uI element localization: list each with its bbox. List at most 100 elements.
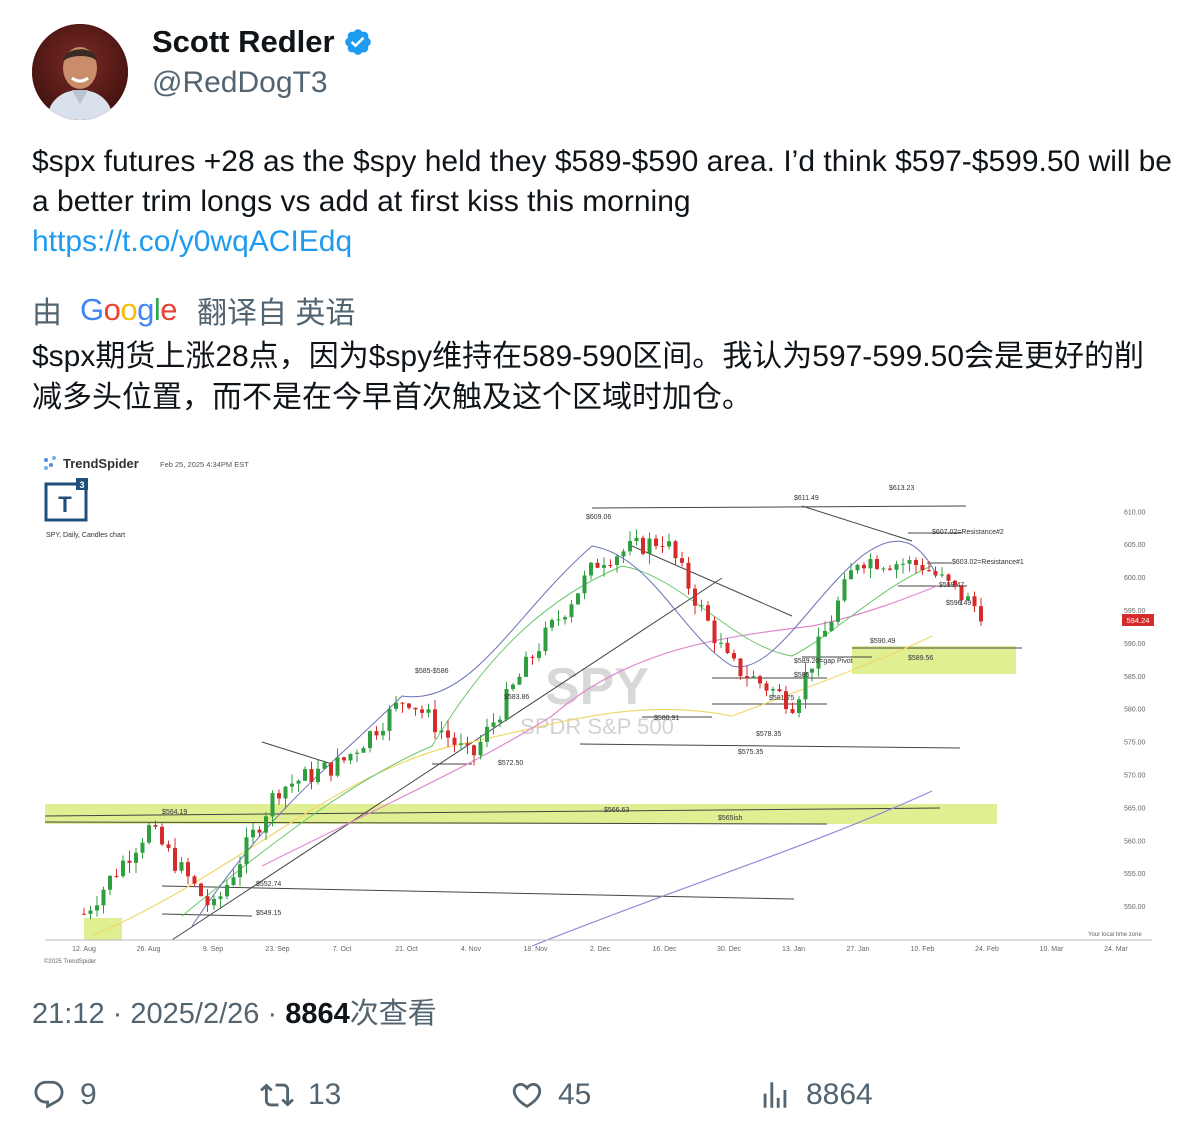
y-tick-label: 600.00	[1124, 575, 1146, 582]
y-tick-label: 575.00	[1124, 740, 1146, 747]
separator: ·	[267, 998, 278, 1030]
author-name[interactable]: Scott Redler	[152, 24, 335, 60]
candle-body	[511, 684, 515, 689]
candle-body	[972, 596, 977, 607]
candle-body	[537, 651, 541, 658]
avatar[interactable]	[32, 24, 128, 120]
x-tick-label: 10. Feb	[911, 946, 935, 953]
annotation-label: $583.86	[504, 694, 529, 701]
candle-body	[134, 852, 138, 863]
candle-body	[218, 896, 223, 899]
candle-body	[810, 668, 814, 673]
verified-badge-icon[interactable]	[343, 27, 373, 57]
annotation-label: $575.35	[738, 749, 763, 756]
x-tick-label: 24. Mar	[1104, 946, 1128, 953]
candle-body	[439, 730, 444, 733]
annotation-label: $580.91	[654, 715, 679, 722]
annotation-label: $564.19	[162, 809, 187, 816]
candle-body	[368, 731, 372, 749]
candle-body	[797, 699, 801, 713]
spy-candlestick-chart: TrendSpider Feb 25, 2025 4:34PM EST 3 T …	[32, 446, 1190, 972]
candle-body	[413, 707, 418, 710]
candle-body	[147, 825, 151, 843]
candle-body	[933, 570, 938, 576]
avatar-photo	[32, 24, 128, 120]
brand-name: TrendSpider	[63, 456, 139, 471]
candle-body	[225, 885, 229, 897]
retweet-button[interactable]: 13	[260, 1078, 341, 1112]
like-count: 45	[558, 1078, 592, 1111]
candle-body	[680, 558, 684, 563]
candle-body	[764, 683, 769, 691]
candle-body	[257, 829, 262, 833]
candle-body	[875, 558, 879, 569]
google-logo[interactable]: Google	[80, 292, 178, 328]
support-zone-549	[84, 918, 122, 940]
t3-logo-icon: 3 T	[44, 478, 88, 522]
candle-body	[946, 574, 951, 581]
x-tick-label: 23. Sep	[265, 946, 289, 953]
candle-body	[667, 541, 671, 547]
candle-body	[381, 730, 385, 736]
candle-body	[283, 786, 288, 799]
x-tick-label: 26. Aug	[137, 946, 161, 953]
candle-body	[634, 537, 639, 542]
candle-body	[420, 709, 424, 713]
annotation-label: $611.49	[794, 495, 819, 502]
candle-body	[387, 708, 392, 731]
x-tick-label: 16. Dec	[652, 946, 677, 953]
candle-body	[153, 825, 158, 827]
candle-body	[251, 829, 255, 838]
retweet-count: 13	[308, 1078, 342, 1111]
google-letter: o	[120, 292, 138, 327]
x-tick-label: 9. Sep	[203, 946, 223, 953]
candle-body	[582, 575, 587, 594]
candle-body	[264, 816, 268, 833]
chart-image[interactable]: TrendSpider Feb 25, 2025 4:34PM EST 3 T …	[32, 446, 1190, 972]
candle-body	[205, 896, 210, 906]
candle-body	[569, 604, 574, 618]
candle-body	[212, 898, 216, 906]
candle-body	[920, 565, 925, 571]
annotation-label: $589.56	[908, 655, 933, 662]
x-tick-label: 10. Mar	[1040, 946, 1064, 953]
y-tick-label: 580.00	[1124, 707, 1146, 714]
candle-body	[842, 579, 847, 601]
x-tick-label: 12. Aug	[72, 946, 96, 953]
x-tick-label: 21. Oct	[395, 946, 418, 953]
candle-body	[777, 689, 782, 692]
candle-body	[589, 562, 593, 576]
candle-body	[907, 560, 912, 564]
annotation-label: $613.23	[889, 485, 914, 492]
candle-body	[660, 545, 665, 547]
y-tick-label: 565.00	[1124, 805, 1146, 812]
annotation-label: $572.50	[498, 760, 523, 767]
reply-count: 9	[80, 1078, 97, 1111]
y-tick-label: 590.00	[1124, 641, 1146, 648]
reply-button[interactable]: 9	[32, 1078, 97, 1112]
views-count: 8864	[806, 1078, 873, 1111]
candle-body	[186, 862, 190, 877]
candle-body	[348, 753, 353, 761]
views-button[interactable]: 8864	[758, 1078, 873, 1112]
tweet-link[interactable]: https://t.co/y0wqACIEdq	[32, 222, 1172, 262]
current-price: 594.24	[1127, 616, 1150, 625]
tweet-date[interactable]: 2025/2/26	[130, 998, 259, 1030]
author-handle[interactable]: @RedDogT3	[152, 66, 373, 100]
candle-body	[888, 568, 892, 570]
candle-body	[309, 769, 314, 783]
candle-body	[270, 793, 275, 817]
view-count: 8864	[285, 998, 350, 1030]
candle-body	[654, 538, 658, 546]
google-letter: o	[103, 292, 121, 327]
like-button[interactable]: 45	[510, 1078, 591, 1112]
candle-body	[862, 564, 866, 569]
candle-body	[829, 621, 834, 631]
candle-body	[615, 556, 619, 566]
candle-body	[836, 600, 840, 622]
tweet-time[interactable]: 21:12	[32, 998, 105, 1030]
candle-body	[751, 676, 756, 678]
tweet-meta: 21:12 · 2025/2/26 · 8864次查看	[32, 990, 437, 1032]
candle-body	[940, 574, 944, 576]
action-bar: 9 13 45 8864	[32, 1078, 1172, 1118]
